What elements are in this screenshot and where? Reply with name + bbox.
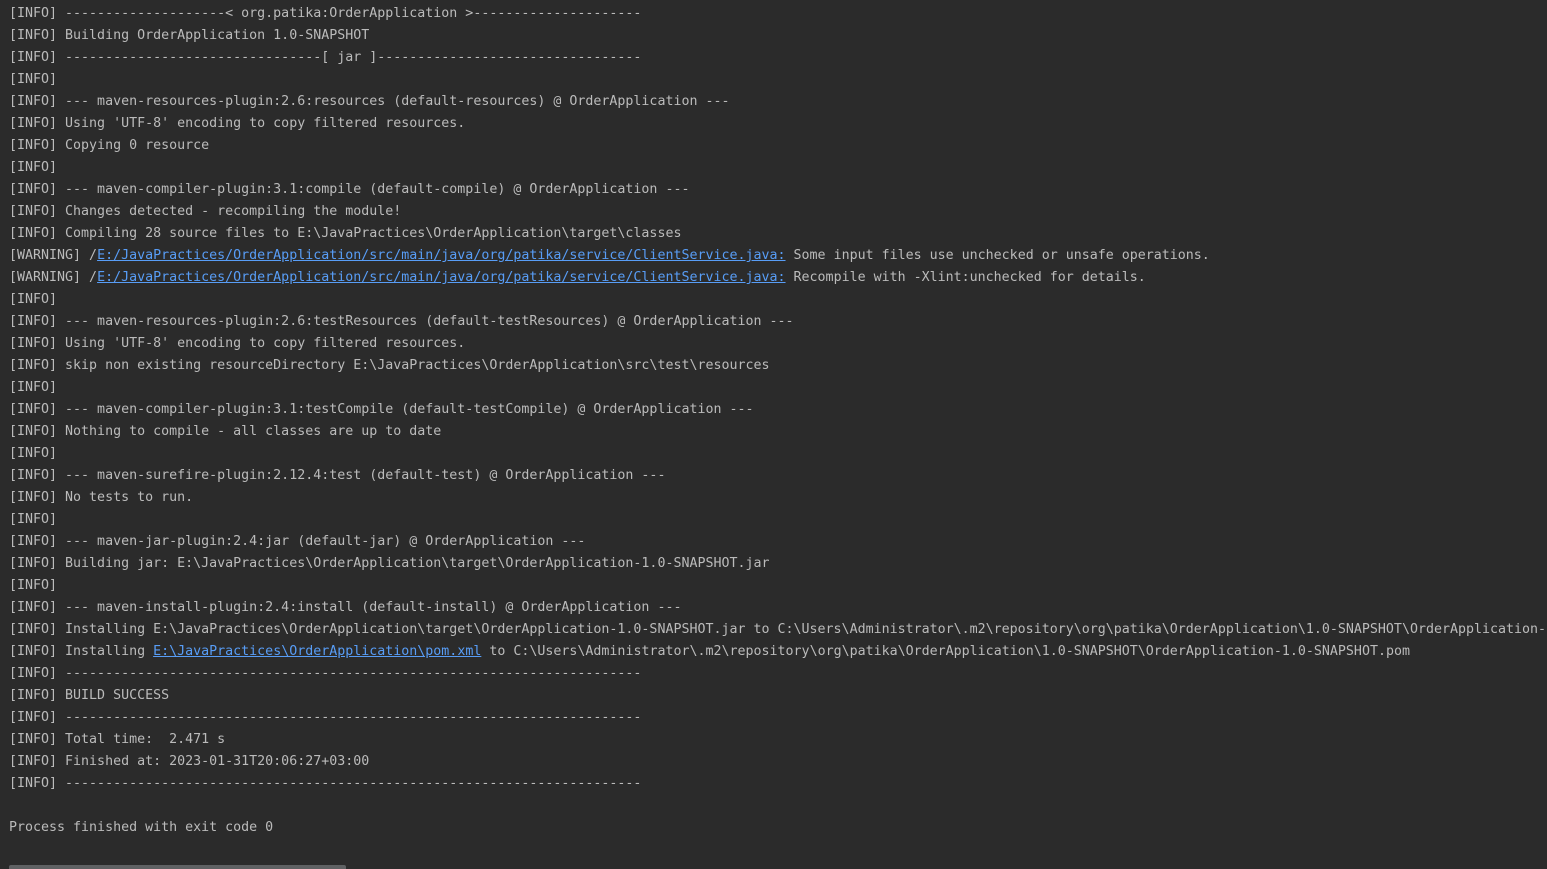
console-text: [INFO] Copying 0 resource <box>9 138 210 153</box>
console-text: [INFO] <box>9 72 66 87</box>
console-line: [INFO] <box>9 377 1547 399</box>
console-text: [INFO] --- maven-surefire-plugin:2.12.4:… <box>9 468 666 483</box>
console-text: Process finished with exit code 0 <box>9 820 274 835</box>
console-text: [INFO] Building OrderApplication 1.0-SNA… <box>9 28 370 43</box>
console-line: [INFO] Using 'UTF-8' encoding to copy fi… <box>9 333 1547 355</box>
console-line: [INFO] --------------------< org.patika:… <box>9 3 1547 25</box>
console-text: [INFO] --- maven-resources-plugin:2.6:re… <box>9 94 730 109</box>
file-link[interactable]: E:/JavaPractices/OrderApplication/src/ma… <box>97 248 785 263</box>
console-line: [WARNING] /E:/JavaPractices/OrderApplica… <box>9 267 1547 289</box>
console-text: Recompile with -Xlint:unchecked for deta… <box>785 270 1146 285</box>
console-text: [INFO] Building jar: E:\JavaPractices\Or… <box>9 556 770 571</box>
console-line: [INFO] No tests to run. <box>9 487 1547 509</box>
console-line: [INFO] ---------------------------------… <box>9 663 1547 685</box>
console-line: [INFO] <box>9 157 1547 179</box>
console-text: [INFO] --- maven-jar-plugin:2.4:jar (def… <box>9 534 586 549</box>
console-text: [INFO] <box>9 512 66 527</box>
console-text: [INFO] Installing <box>9 644 154 659</box>
console-line: [INFO] Copying 0 resource <box>9 135 1547 157</box>
console-text: [INFO] <box>9 292 66 307</box>
console-text: to C:\Users\Administrator\.m2\repository… <box>481 644 1410 659</box>
console-text: [INFO] Nothing to compile - all classes … <box>9 424 442 439</box>
file-link[interactable]: E:\JavaPractices\OrderApplication\pom.xm… <box>153 644 481 659</box>
console-text: [INFO] No tests to run. <box>9 490 194 505</box>
console-text: [INFO] <box>9 446 66 461</box>
console-text: [INFO] --- maven-resources-plugin:2.6:te… <box>9 314 794 329</box>
console-line: Process finished with exit code 0 <box>9 817 1547 839</box>
console-text: [INFO] Installing E:\JavaPractices\Order… <box>9 622 1547 637</box>
console-line: [INFO] skip non existing resourceDirecto… <box>9 355 1547 377</box>
console-text: [WARNING] / <box>9 270 98 285</box>
console-line: [INFO] <box>9 289 1547 311</box>
console-text: [INFO] --- maven-compiler-plugin:3.1:tes… <box>9 402 754 417</box>
console-line: [INFO] Changes detected - recompiling th… <box>9 201 1547 223</box>
console-text: [WARNING] / <box>9 248 98 263</box>
console-text: [INFO] <box>9 578 66 593</box>
file-link[interactable]: E:/JavaPractices/OrderApplication/src/ma… <box>97 270 785 285</box>
console-text: [INFO] <box>9 380 66 395</box>
console-line: [INFO] --- maven-resources-plugin:2.6:te… <box>9 311 1547 333</box>
console-line: [INFO] Building jar: E:\JavaPractices\Or… <box>9 553 1547 575</box>
console-line: [INFO] Installing E:\JavaPractices\Order… <box>9 641 1547 663</box>
console-line: [INFO] <box>9 69 1547 91</box>
console-text: [INFO] Finished at: 2023-01-31T20:06:27+… <box>9 754 370 769</box>
console-line: [INFO] ---------------------------------… <box>9 773 1547 795</box>
console-line: [INFO] <box>9 443 1547 465</box>
horizontal-scrollbar-thumb[interactable] <box>9 865 346 869</box>
console-line: [INFO] Using 'UTF-8' encoding to copy fi… <box>9 113 1547 135</box>
console-line: [INFO] Total time: 2.471 s <box>9 729 1547 751</box>
console-line: [INFO] --------------------------------[… <box>9 47 1547 69</box>
console-text: [INFO] Using 'UTF-8' encoding to copy fi… <box>9 116 466 131</box>
console-text: [INFO] --- maven-install-plugin:2.4:inst… <box>9 600 682 615</box>
console-text: [INFO] Compiling 28 source files to E:\J… <box>9 226 682 241</box>
console-text: [INFO] --------------------< org.patika:… <box>9 6 642 21</box>
console-text: [INFO] skip non existing resourceDirecto… <box>9 358 770 373</box>
console-output: [INFO] --------------------< org.patika:… <box>9 3 1547 839</box>
console-line: [INFO] Installing E:\JavaPractices\Order… <box>9 619 1547 641</box>
console-line: [INFO] Compiling 28 source files to E:\J… <box>9 223 1547 245</box>
console-line: [INFO] BUILD SUCCESS <box>9 685 1547 707</box>
run-console[interactable]: [INFO] --------------------< org.patika:… <box>0 0 1547 869</box>
console-text: [INFO] Using 'UTF-8' encoding to copy fi… <box>9 336 466 351</box>
console-line: [INFO] --- maven-compiler-plugin:3.1:tes… <box>9 399 1547 421</box>
console-text: [INFO] Changes detected - recompiling th… <box>9 204 402 219</box>
console-line: [INFO] Finished at: 2023-01-31T20:06:27+… <box>9 751 1547 773</box>
console-line: [INFO] --- maven-surefire-plugin:2.12.4:… <box>9 465 1547 487</box>
console-text: [INFO] <box>9 160 66 175</box>
console-line: [INFO] --- maven-jar-plugin:2.4:jar (def… <box>9 531 1547 553</box>
console-text: [INFO] ---------------------------------… <box>9 666 642 681</box>
console-line: [INFO] --- maven-install-plugin:2.4:inst… <box>9 597 1547 619</box>
console-text: [INFO] Total time: 2.471 s <box>9 732 226 747</box>
console-line: [INFO] Nothing to compile - all classes … <box>9 421 1547 443</box>
console-line: [INFO] <box>9 509 1547 531</box>
console-line: [WARNING] /E:/JavaPractices/OrderApplica… <box>9 245 1547 267</box>
console-line: [INFO] Building OrderApplication 1.0-SNA… <box>9 25 1547 47</box>
console-text: [INFO] BUILD SUCCESS <box>9 688 170 703</box>
console-text: Some input files use unchecked or unsafe… <box>785 248 1210 263</box>
console-line: [INFO] <box>9 575 1547 597</box>
console-text: [INFO] ---------------------------------… <box>9 710 642 725</box>
console-text: [INFO] --------------------------------[… <box>9 50 642 65</box>
console-text: [INFO] ---------------------------------… <box>9 776 642 791</box>
console-line: [INFO] --- maven-resources-plugin:2.6:re… <box>9 91 1547 113</box>
console-line: [INFO] ---------------------------------… <box>9 707 1547 729</box>
console-line: [INFO] --- maven-compiler-plugin:3.1:com… <box>9 179 1547 201</box>
console-text: [INFO] --- maven-compiler-plugin:3.1:com… <box>9 182 690 197</box>
